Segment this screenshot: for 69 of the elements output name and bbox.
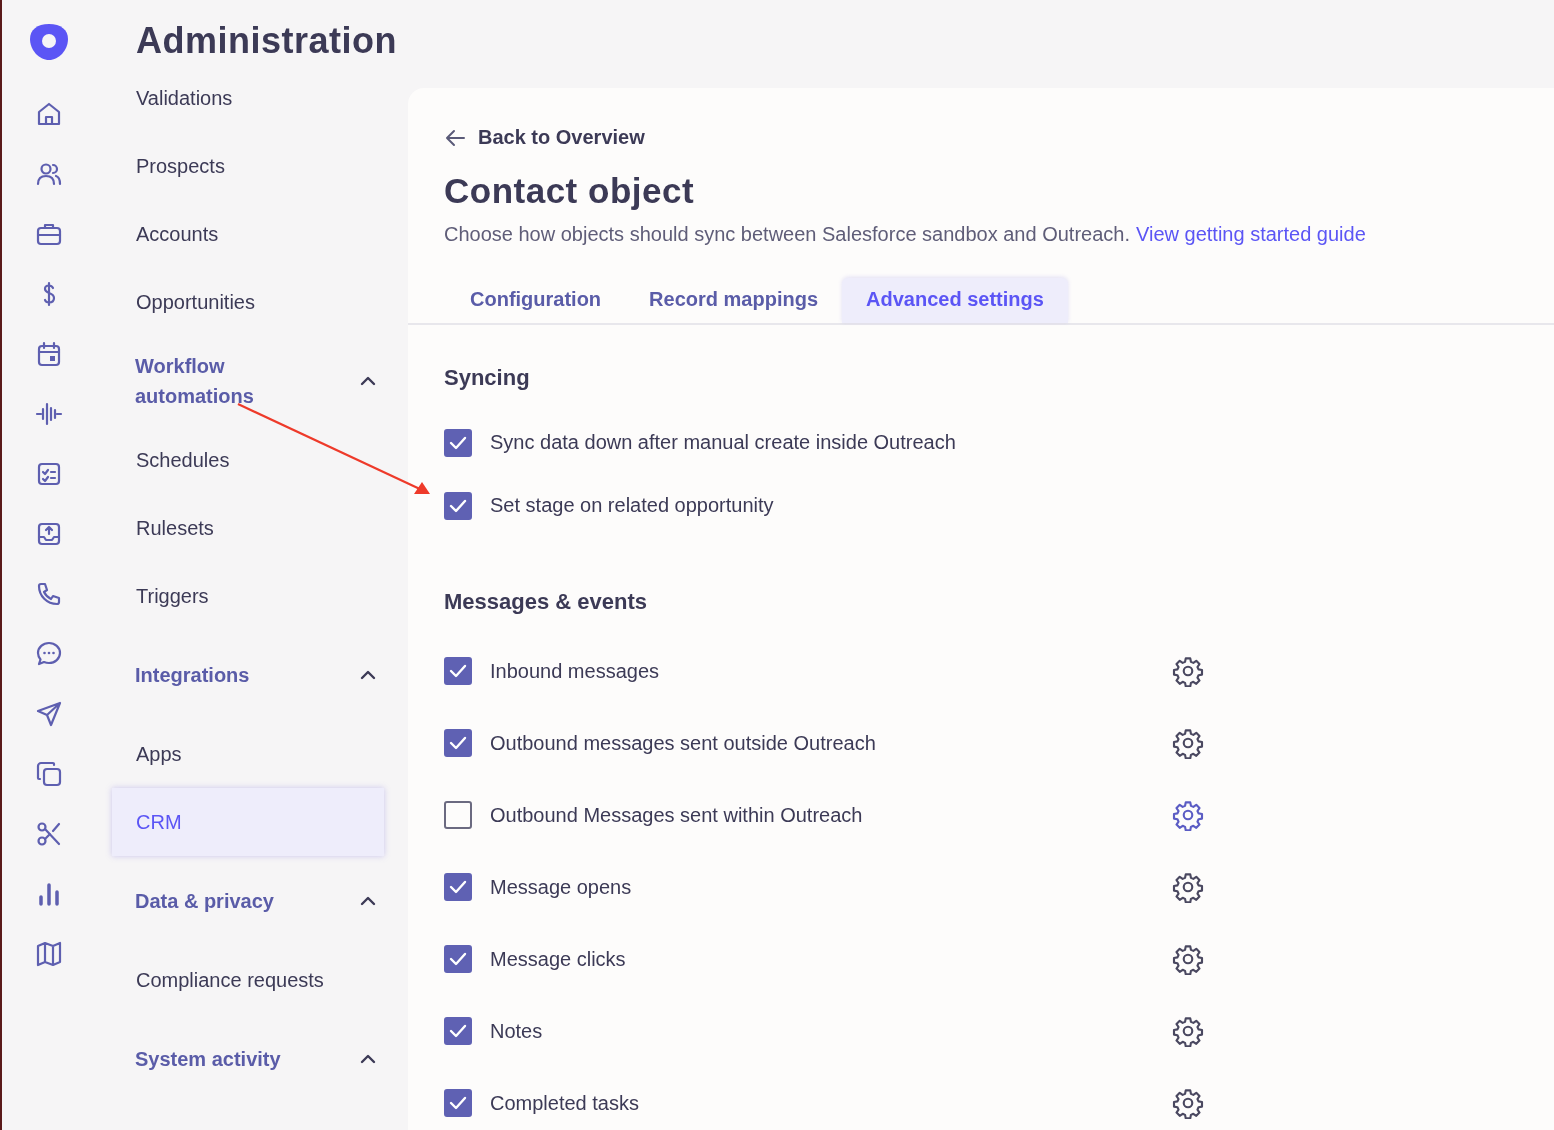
sidebar-group-header[interactable]: System activity bbox=[135, 1044, 285, 1074]
sidebar-group-header[interactable]: Integrations bbox=[135, 660, 285, 690]
checkbox[interactable] bbox=[444, 945, 472, 973]
sidebar-item[interactable]: Schedules bbox=[96, 426, 408, 494]
checkmark-icon bbox=[449, 880, 467, 894]
chevron-up-icon[interactable] bbox=[360, 1054, 376, 1064]
checkmark-icon bbox=[449, 1024, 467, 1038]
settings-icon[interactable] bbox=[1172, 871, 1204, 903]
checkbox-label: Inbound messages bbox=[490, 659, 660, 683]
checkbox-label: Completed tasks bbox=[490, 1091, 640, 1115]
checkbox[interactable] bbox=[444, 491, 472, 520]
checkmark-icon bbox=[449, 664, 467, 678]
guide-link[interactable]: View getting started guide bbox=[1136, 223, 1366, 246]
sidebar-item[interactable]: Validations bbox=[96, 64, 408, 132]
checkbox[interactable] bbox=[444, 1017, 472, 1045]
copy-icon[interactable] bbox=[34, 760, 64, 788]
checkbox-label: Sync data down after manual create inside Outreach bbox=[490, 431, 957, 454]
checkmark-icon bbox=[449, 498, 467, 513]
settings-icon[interactable] bbox=[1172, 1015, 1204, 1047]
description-text: Choose how objects should sync between Salesforce sandbox and Outreach. bbox=[444, 223, 1130, 246]
sidebar-item[interactable]: Prospects bbox=[96, 132, 408, 200]
checkbox[interactable] bbox=[444, 801, 472, 829]
logo-icon[interactable] bbox=[28, 22, 70, 62]
checkmark-icon bbox=[449, 1096, 467, 1110]
sidebar-item[interactable]: CRM bbox=[112, 788, 384, 856]
chat-bubble-icon[interactable] bbox=[34, 640, 64, 668]
back-link[interactable]: Back to Overview bbox=[444, 126, 1518, 149]
tab[interactable]: Record mappings bbox=[625, 278, 842, 323]
section-heading: Messages & events bbox=[444, 589, 648, 615]
send-icon[interactable] bbox=[34, 700, 64, 728]
checkbox-label: Outbound Messages sent within Outreach bbox=[490, 803, 864, 827]
sidebar-group-header[interactable]: Data & privacy bbox=[135, 886, 285, 916]
chevron-up-icon[interactable] bbox=[360, 670, 376, 680]
checkmark-icon bbox=[449, 952, 467, 966]
section-title: Contact object bbox=[444, 171, 696, 211]
settings-icon[interactable] bbox=[1172, 655, 1204, 687]
checkbox[interactable] bbox=[444, 729, 472, 757]
sidebar-item[interactable]: Opportunities bbox=[96, 268, 408, 336]
sidebar-item[interactable]: Apps bbox=[96, 720, 408, 788]
settings-icon[interactable] bbox=[1172, 943, 1204, 975]
checkbox-label: Notes bbox=[490, 1019, 544, 1043]
checkbox-label: Set stage on related opportunity bbox=[490, 494, 775, 517]
sidebar-item[interactable]: Rulesets bbox=[96, 494, 408, 562]
chevron-up-icon[interactable] bbox=[360, 376, 376, 386]
checkmark-icon bbox=[449, 736, 467, 750]
checkbox-label: Message clicks bbox=[490, 947, 627, 971]
tab[interactable]: Advanced settings bbox=[842, 278, 1068, 323]
settings-icon[interactable] bbox=[1172, 1087, 1204, 1119]
sidebar-item[interactable]: Triggers bbox=[96, 562, 408, 630]
checkmark-icon bbox=[449, 435, 467, 450]
checkbox-label: Outbound messages sent outside Outreach bbox=[490, 731, 877, 755]
settings-icon[interactable] bbox=[1172, 727, 1204, 759]
checkbox[interactable] bbox=[444, 873, 472, 901]
waveform-icon[interactable] bbox=[34, 400, 64, 428]
checkbox[interactable] bbox=[444, 428, 472, 457]
section-heading: Syncing bbox=[444, 365, 531, 391]
people-icon[interactable] bbox=[34, 160, 64, 188]
sidebar-item[interactable]: Compliance requests bbox=[96, 946, 408, 1014]
sidebar-item[interactable]: Accounts bbox=[96, 200, 408, 268]
map-icon[interactable] bbox=[34, 940, 64, 968]
checkbox-label: Message opens bbox=[490, 875, 633, 899]
chevron-up-icon[interactable] bbox=[360, 896, 376, 906]
settings-icon[interactable] bbox=[1172, 799, 1204, 831]
page-title: Administration bbox=[136, 20, 398, 62]
sidebar-group-header[interactable]: Workflow automations bbox=[135, 351, 285, 411]
checkbox[interactable] bbox=[444, 657, 472, 685]
tab[interactable]: Configuration bbox=[446, 278, 626, 323]
back-arrow-icon bbox=[444, 128, 466, 147]
checkbox[interactable] bbox=[444, 1089, 472, 1117]
